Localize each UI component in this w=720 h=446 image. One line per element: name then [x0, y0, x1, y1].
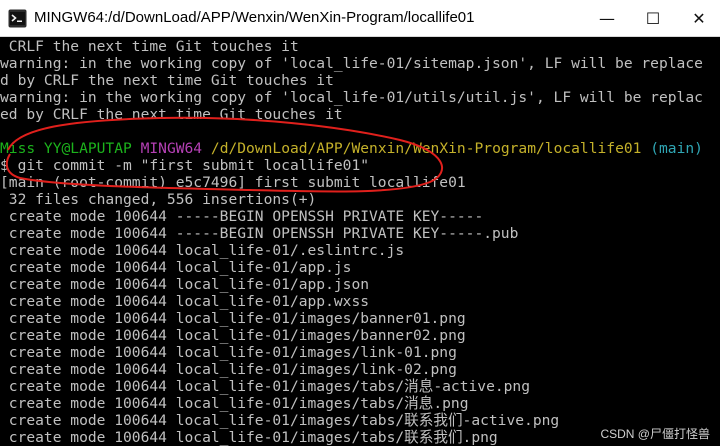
output-line: create mode 100644 local_life-01/images/… [0, 327, 466, 344]
git-bash-icon [8, 9, 27, 28]
prompt-user-host: Miss YY@LAPUTAP [0, 140, 132, 157]
maximize-button[interactable]: ☐ [630, 0, 676, 37]
output-line: create mode 100644 local_life-01/images/… [0, 395, 469, 412]
terminal-output[interactable]: CRLF the next time Git touches it warnin… [0, 37, 720, 446]
shell-prompt: Miss YY@LAPUTAP MINGW64 /d/DownLoad/APP/… [0, 140, 703, 157]
terminal-line: CRLF the next time Git touches it [0, 38, 299, 55]
output-line: create mode 100644 local_life-01/app.jso… [0, 276, 370, 293]
output-line: create mode 100644 local_life-01/images/… [0, 344, 457, 361]
output-line: create mode 100644 local_life-01/images/… [0, 429, 498, 446]
output-line: create mode 100644 local_life-01/images/… [0, 361, 457, 378]
csdn-watermark: CSDN @尸僵打怪兽 [600, 427, 710, 441]
output-line: create mode 100644 local_life-01/app.wxs… [0, 293, 370, 310]
output-line: create mode 100644 local_life-01/images/… [0, 378, 530, 395]
output-line: create mode 100644 local_life-01/app.js [0, 259, 352, 276]
terminal-line: d by CRLF the next time Git touches it [0, 72, 334, 89]
output-line: create mode 100644 local_life-01/.eslint… [0, 242, 405, 259]
minimize-button[interactable]: — [584, 0, 630, 37]
close-button[interactable]: ✕ [676, 0, 720, 37]
window-title: MINGW64:/d/DownLoad/APP/Wenxin/WenXin-Pr… [34, 9, 475, 26]
terminal-line: ed by CRLF the next time Git touches it [0, 106, 343, 123]
terminal-line: warning: in the working copy of 'local_l… [0, 89, 703, 106]
prompt-branch: (main) [650, 140, 703, 157]
output-line: create mode 100644 -----BEGIN OPENSSH PR… [0, 208, 484, 225]
command-line: $ git commit -m "first submit locallife0… [0, 157, 370, 174]
output-line: [main (root-commit) e5c7496] first submi… [0, 174, 466, 191]
terminal-line: warning: in the working copy of 'local_l… [0, 55, 703, 72]
output-line: create mode 100644 -----BEGIN OPENSSH PR… [0, 225, 519, 242]
prompt-system: MINGW64 [140, 140, 203, 157]
prompt-path: /d/DownLoad/APP/Wenxin/WenXin-Program/lo… [210, 140, 642, 157]
output-line: create mode 100644 local_life-01/images/… [0, 310, 466, 327]
output-line: 32 files changed, 556 insertions(+) [0, 191, 317, 208]
output-line: create mode 100644 local_life-01/images/… [0, 412, 560, 429]
title-bar: MINGW64:/d/DownLoad/APP/Wenxin/WenXin-Pr… [0, 0, 720, 37]
